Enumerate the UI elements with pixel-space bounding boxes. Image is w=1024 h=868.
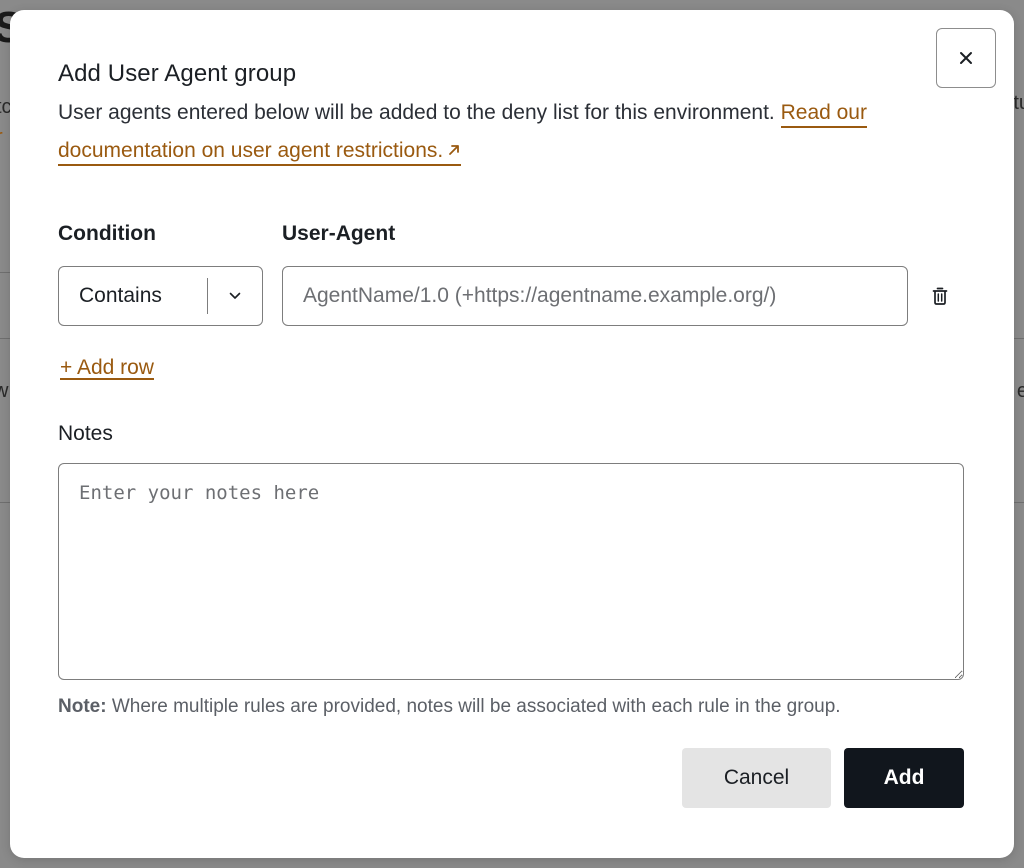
background-divider (1014, 502, 1024, 503)
notes-hint: Note: Where multiple rules are provided,… (58, 696, 841, 718)
add-user-agent-group-dialog: Add User Agent group User agents entered… (10, 10, 1014, 858)
note-prefix: Note: (58, 696, 107, 717)
background-divider (1014, 338, 1024, 339)
description-text: User agents entered below will be added … (58, 101, 775, 124)
close-icon (960, 52, 972, 64)
condition-select-value: Contains (79, 284, 162, 307)
add-row-link[interactable]: + Add row (60, 356, 154, 380)
background-divider (0, 338, 10, 339)
user-agent-label: User-Agent (282, 222, 396, 245)
background-divider (0, 502, 10, 503)
dialog-description: User agents entered below will be added … (58, 94, 958, 170)
delete-row-button[interactable] (928, 284, 952, 308)
background-link-fragment: r (0, 126, 3, 149)
background-text-fragment: w (0, 380, 9, 402)
external-link-icon (449, 145, 460, 155)
trash-icon (932, 287, 948, 305)
add-button[interactable]: Add (844, 748, 964, 808)
cancel-button[interactable]: Cancel (682, 748, 831, 808)
background-text-fragment: tu (1013, 92, 1024, 114)
condition-select[interactable]: Contains (58, 266, 263, 326)
notes-label: Notes (58, 422, 113, 445)
condition-dropdown-toggle[interactable] (208, 292, 262, 300)
background-text-fragment: e (1016, 380, 1024, 402)
background-divider (0, 272, 10, 273)
chevron-down-icon (229, 292, 241, 299)
condition-label: Condition (58, 222, 156, 245)
user-agent-input[interactable] (282, 266, 908, 326)
note-hint-text: Where multiple rules are provided, notes… (111, 696, 841, 717)
close-button[interactable] (936, 28, 996, 88)
notes-textarea[interactable] (58, 463, 964, 680)
dialog-title: Add User Agent group (58, 60, 297, 87)
